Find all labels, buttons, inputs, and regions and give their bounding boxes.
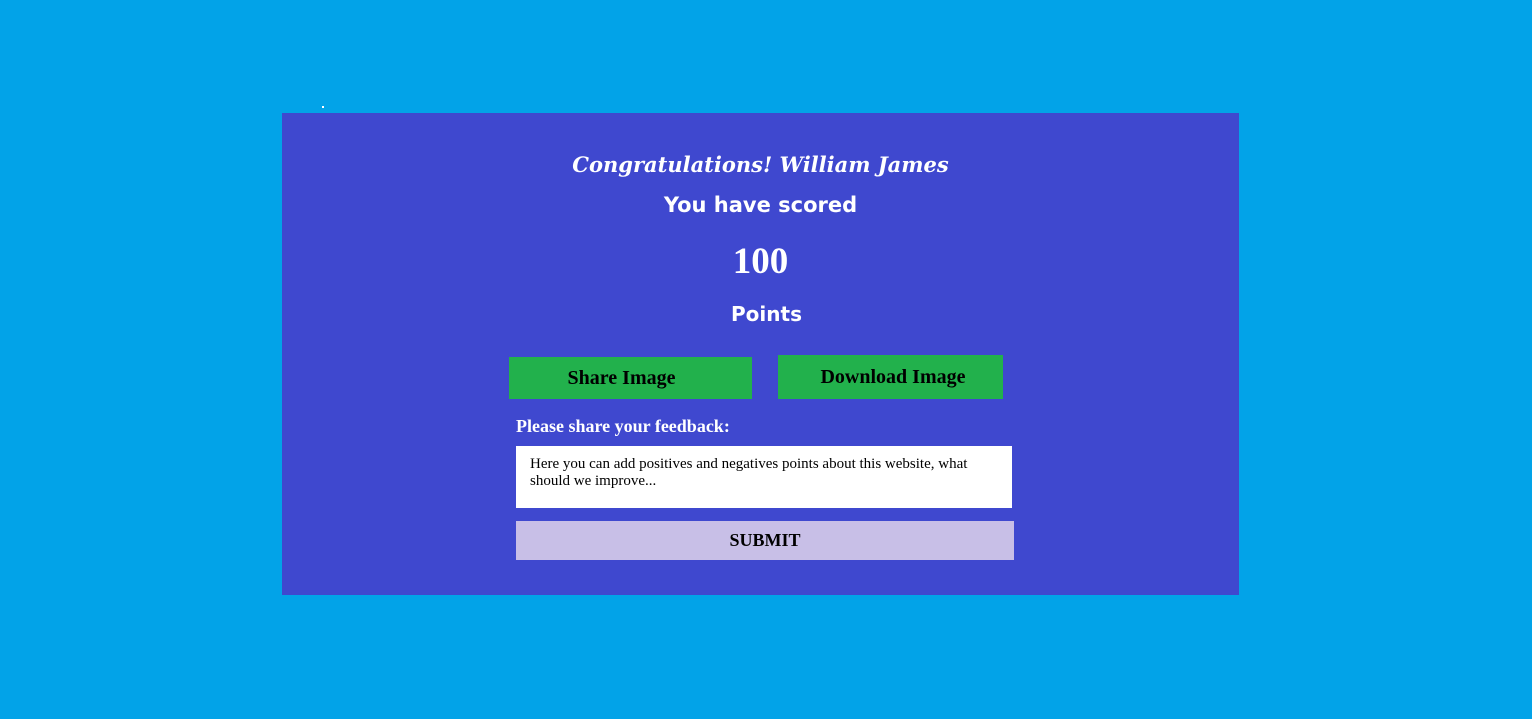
submit-label: SUBMIT bbox=[729, 530, 801, 550]
points-label: Points bbox=[731, 302, 802, 326]
stray-dot bbox=[322, 106, 324, 108]
congratulations-heading: Congratulations! William James bbox=[572, 152, 949, 177]
download-image-button[interactable]: Download Image bbox=[778, 355, 1003, 399]
feedback-textarea[interactable] bbox=[516, 446, 1012, 508]
share-image-label: Share Image bbox=[567, 366, 676, 389]
download-image-label: Download Image bbox=[820, 365, 966, 388]
page-background: { "result": { "greeting": "Congratulatio… bbox=[0, 0, 1532, 719]
result-card: Congratulations! William James You have … bbox=[282, 113, 1239, 595]
scored-text: You have scored bbox=[663, 193, 858, 217]
share-image-button[interactable]: Share Image bbox=[509, 357, 752, 399]
feedback-label: Please share your feedback: bbox=[516, 416, 730, 436]
score-value: 100 bbox=[732, 241, 789, 282]
submit-button[interactable]: SUBMIT bbox=[516, 521, 1014, 560]
